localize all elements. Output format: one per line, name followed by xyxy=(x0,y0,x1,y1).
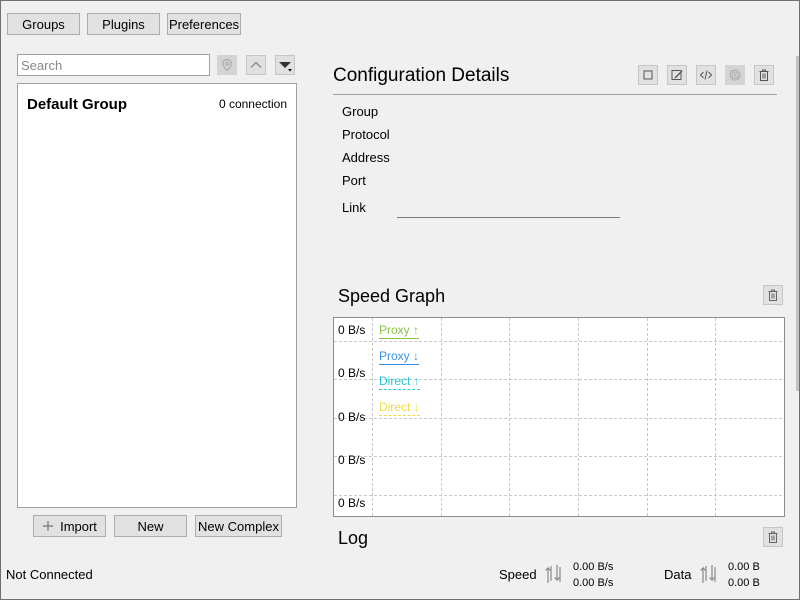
legend-proxy-down[interactable]: Proxy ↓ xyxy=(379,349,420,365)
y-tick-label: 0 B/s xyxy=(338,323,366,337)
select-button[interactable] xyxy=(638,65,658,85)
edit-button[interactable] xyxy=(667,65,687,85)
data-upload-value: 0.00 B xyxy=(728,561,760,573)
group-list[interactable]: Default Group 0 connection xyxy=(17,83,297,508)
legend-direct-down[interactable]: Direct ↓ xyxy=(379,400,420,416)
select-icon xyxy=(643,70,653,80)
code-icon xyxy=(699,70,713,80)
edit-icon xyxy=(671,70,683,80)
groups-button[interactable]: Groups xyxy=(7,13,80,35)
plugins-button-label: Plugins xyxy=(102,16,145,32)
new-complex-button[interactable]: New Complex xyxy=(195,515,282,537)
group-name: Default Group xyxy=(27,96,127,113)
group-menu-button[interactable] xyxy=(275,55,295,75)
clear-graph-button[interactable] xyxy=(763,285,783,305)
legend-direct-up[interactable]: Direct ↑ xyxy=(379,374,420,390)
delete-config-button[interactable] xyxy=(754,65,774,85)
import-button-label: Import xyxy=(60,518,97,534)
new-button[interactable]: New xyxy=(114,515,187,537)
y-tick-label: 0 B/s xyxy=(338,496,366,510)
group-list-item[interactable]: Default Group 0 connection xyxy=(18,84,296,124)
main-window: Groups Plugins Preferences Default Group… xyxy=(0,0,800,600)
log-title: Log xyxy=(338,528,369,548)
new-complex-button-label: New Complex xyxy=(198,518,279,534)
search-input[interactable] xyxy=(17,54,210,76)
preferences-button-label: Preferences xyxy=(168,16,240,32)
y-tick-label: 0 B/s xyxy=(338,366,366,380)
speed-upload-value: 0.00 B/s xyxy=(573,561,614,573)
config-details-title: Configuration Details xyxy=(333,65,510,86)
link-field[interactable] xyxy=(397,217,620,218)
fingerprint-icon xyxy=(729,69,741,81)
clear-log-button[interactable] xyxy=(763,527,783,547)
trash-icon xyxy=(759,69,769,81)
speed-download-value: 0.00 B/s xyxy=(573,577,614,589)
group-field-label: Group xyxy=(342,104,379,119)
config-divider xyxy=(333,94,777,95)
speed-graph-grid xyxy=(334,318,784,516)
group-connection-count: 0 connection xyxy=(218,97,287,111)
data-download-value: 0.00 B xyxy=(728,577,760,589)
speed-updown-icon xyxy=(545,565,561,583)
y-tick-label: 0 B/s xyxy=(338,453,366,467)
import-button[interactable]: Import xyxy=(33,515,106,537)
locate-button[interactable] xyxy=(217,55,237,75)
code-button[interactable] xyxy=(696,65,716,85)
trash-icon xyxy=(768,289,778,301)
plugins-button[interactable]: Plugins xyxy=(87,13,160,35)
port-field-label: Port xyxy=(342,173,366,188)
right-panel-scrollbar[interactable] xyxy=(796,56,799,391)
groups-button-label: Groups xyxy=(22,16,65,32)
trash-icon xyxy=(768,531,778,543)
connection-status: Not Connected xyxy=(6,567,93,582)
dropdown-menu-icon xyxy=(279,62,292,72)
protocol-field-label: Protocol xyxy=(342,127,390,142)
speed-graph: 0 B/s 0 B/s 0 B/s 0 B/s 0 B/s Proxy ↑ Pr… xyxy=(333,317,785,517)
plus-icon xyxy=(43,521,54,531)
data-updown-icon xyxy=(700,565,716,583)
speed-graph-title: Speed Graph xyxy=(338,286,446,306)
chevron-up-icon xyxy=(250,61,262,68)
speed-label: Speed xyxy=(499,567,537,582)
link-field-label: Link xyxy=(342,200,366,215)
locate-icon xyxy=(222,58,232,72)
data-label: Data xyxy=(664,567,692,582)
move-up-button[interactable] xyxy=(246,55,266,75)
y-tick-label: 0 B/s xyxy=(338,410,366,424)
preferences-button[interactable]: Preferences xyxy=(167,13,241,35)
legend-proxy-up[interactable]: Proxy ↑ xyxy=(379,323,420,339)
new-button-label: New xyxy=(137,518,164,534)
address-field-label: Address xyxy=(342,150,390,165)
fingerprint-button[interactable] xyxy=(725,65,745,85)
